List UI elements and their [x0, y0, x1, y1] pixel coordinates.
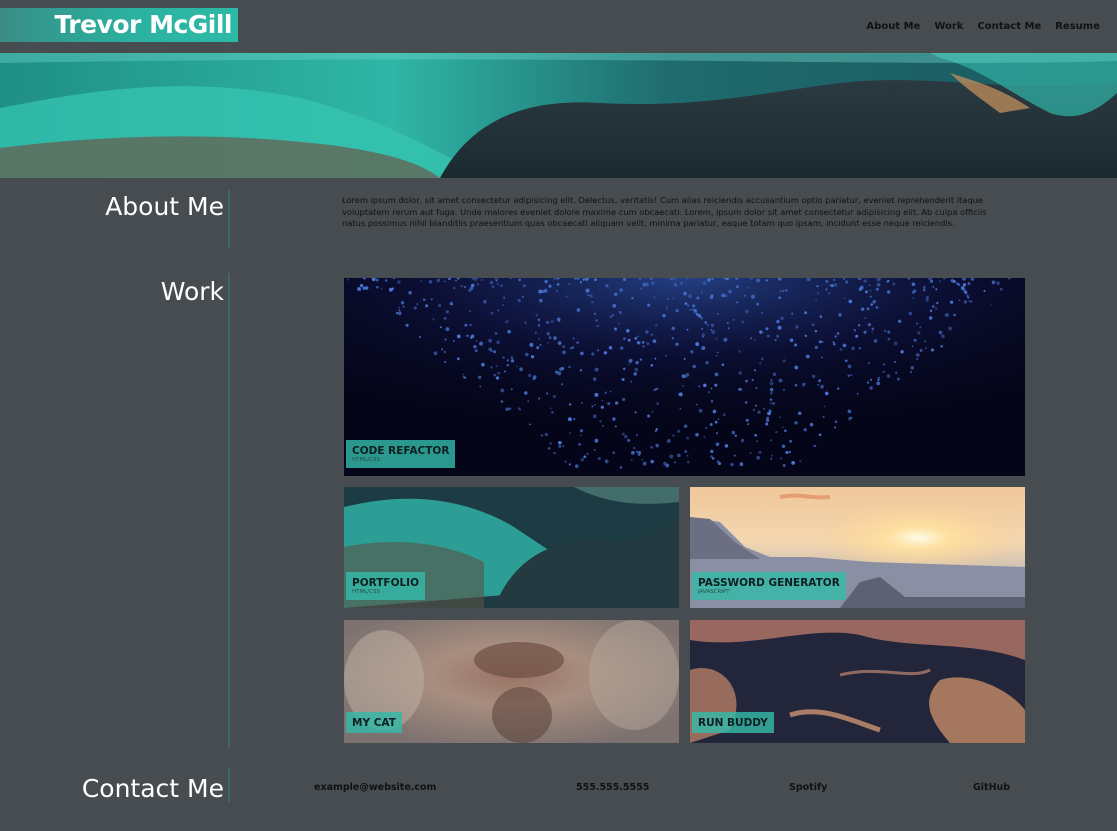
card-tech: JAVASCRIPT: [698, 589, 730, 595]
contact-spotify-link[interactable]: Spotify: [789, 782, 827, 793]
work-divider: [228, 273, 230, 748]
contact-email-link[interactable]: example@website.com: [314, 782, 436, 793]
card-title: MY CAT: [352, 717, 396, 729]
brand-banner[interactable]: Trevor McGill: [0, 8, 238, 42]
project-card-password-generator[interactable]: PASSWORD GENERATOR JAVASCRIPT: [690, 487, 1025, 608]
project-card-code-refactor[interactable]: CODE REFACTOR HTML/CSS: [344, 278, 1025, 476]
nav-resume[interactable]: Resume: [1055, 21, 1100, 32]
card-tech: HTML/CSS: [352, 589, 380, 595]
card-label: MY CAT: [346, 712, 402, 733]
project-card-run-buddy[interactable]: RUN BUDDY: [690, 620, 1025, 743]
card-tech: HTML/CSS: [352, 457, 380, 463]
project-card-portfolio[interactable]: PORTFOLIO HTML/CSS: [344, 487, 679, 608]
card-title: CODE REFACTOR: [352, 445, 450, 457]
card-label: PORTFOLIO HTML/CSS: [346, 572, 426, 600]
card-label: CODE REFACTOR HTML/CSS: [346, 440, 456, 468]
nav-contact-me[interactable]: Contact Me: [977, 21, 1041, 32]
project-card-my-cat[interactable]: MY CAT: [344, 620, 679, 743]
about-paragraph: Lorem ipsum dolor, sit amet consectetur …: [342, 195, 987, 228]
about-me-heading: About Me: [105, 192, 224, 221]
nav-about-me[interactable]: About Me: [866, 21, 920, 32]
card-label: PASSWORD GENERATOR JAVASCRIPT: [692, 572, 846, 600]
contact-github-link[interactable]: GitHub: [973, 782, 1010, 793]
site-name[interactable]: Trevor McGill: [54, 10, 232, 39]
card-label: RUN BUDDY: [692, 712, 774, 733]
contact-divider: [228, 768, 230, 802]
card-title: PORTFOLIO: [352, 577, 420, 589]
hero-image: [0, 53, 1117, 178]
contact-phone-link[interactable]: 555.555.5555: [576, 782, 649, 793]
nav-work[interactable]: Work: [934, 21, 963, 32]
card-title: PASSWORD GENERATOR: [698, 577, 840, 589]
about-divider: [228, 190, 230, 248]
main-nav: About Me Work Contact Me Resume: [866, 21, 1100, 32]
contact-me-heading: Contact Me: [81, 774, 224, 803]
work-heading: Work: [160, 277, 224, 306]
card-title: RUN BUDDY: [698, 717, 768, 729]
site-header: Trevor McGill About Me Work Contact Me R…: [0, 0, 1117, 53]
